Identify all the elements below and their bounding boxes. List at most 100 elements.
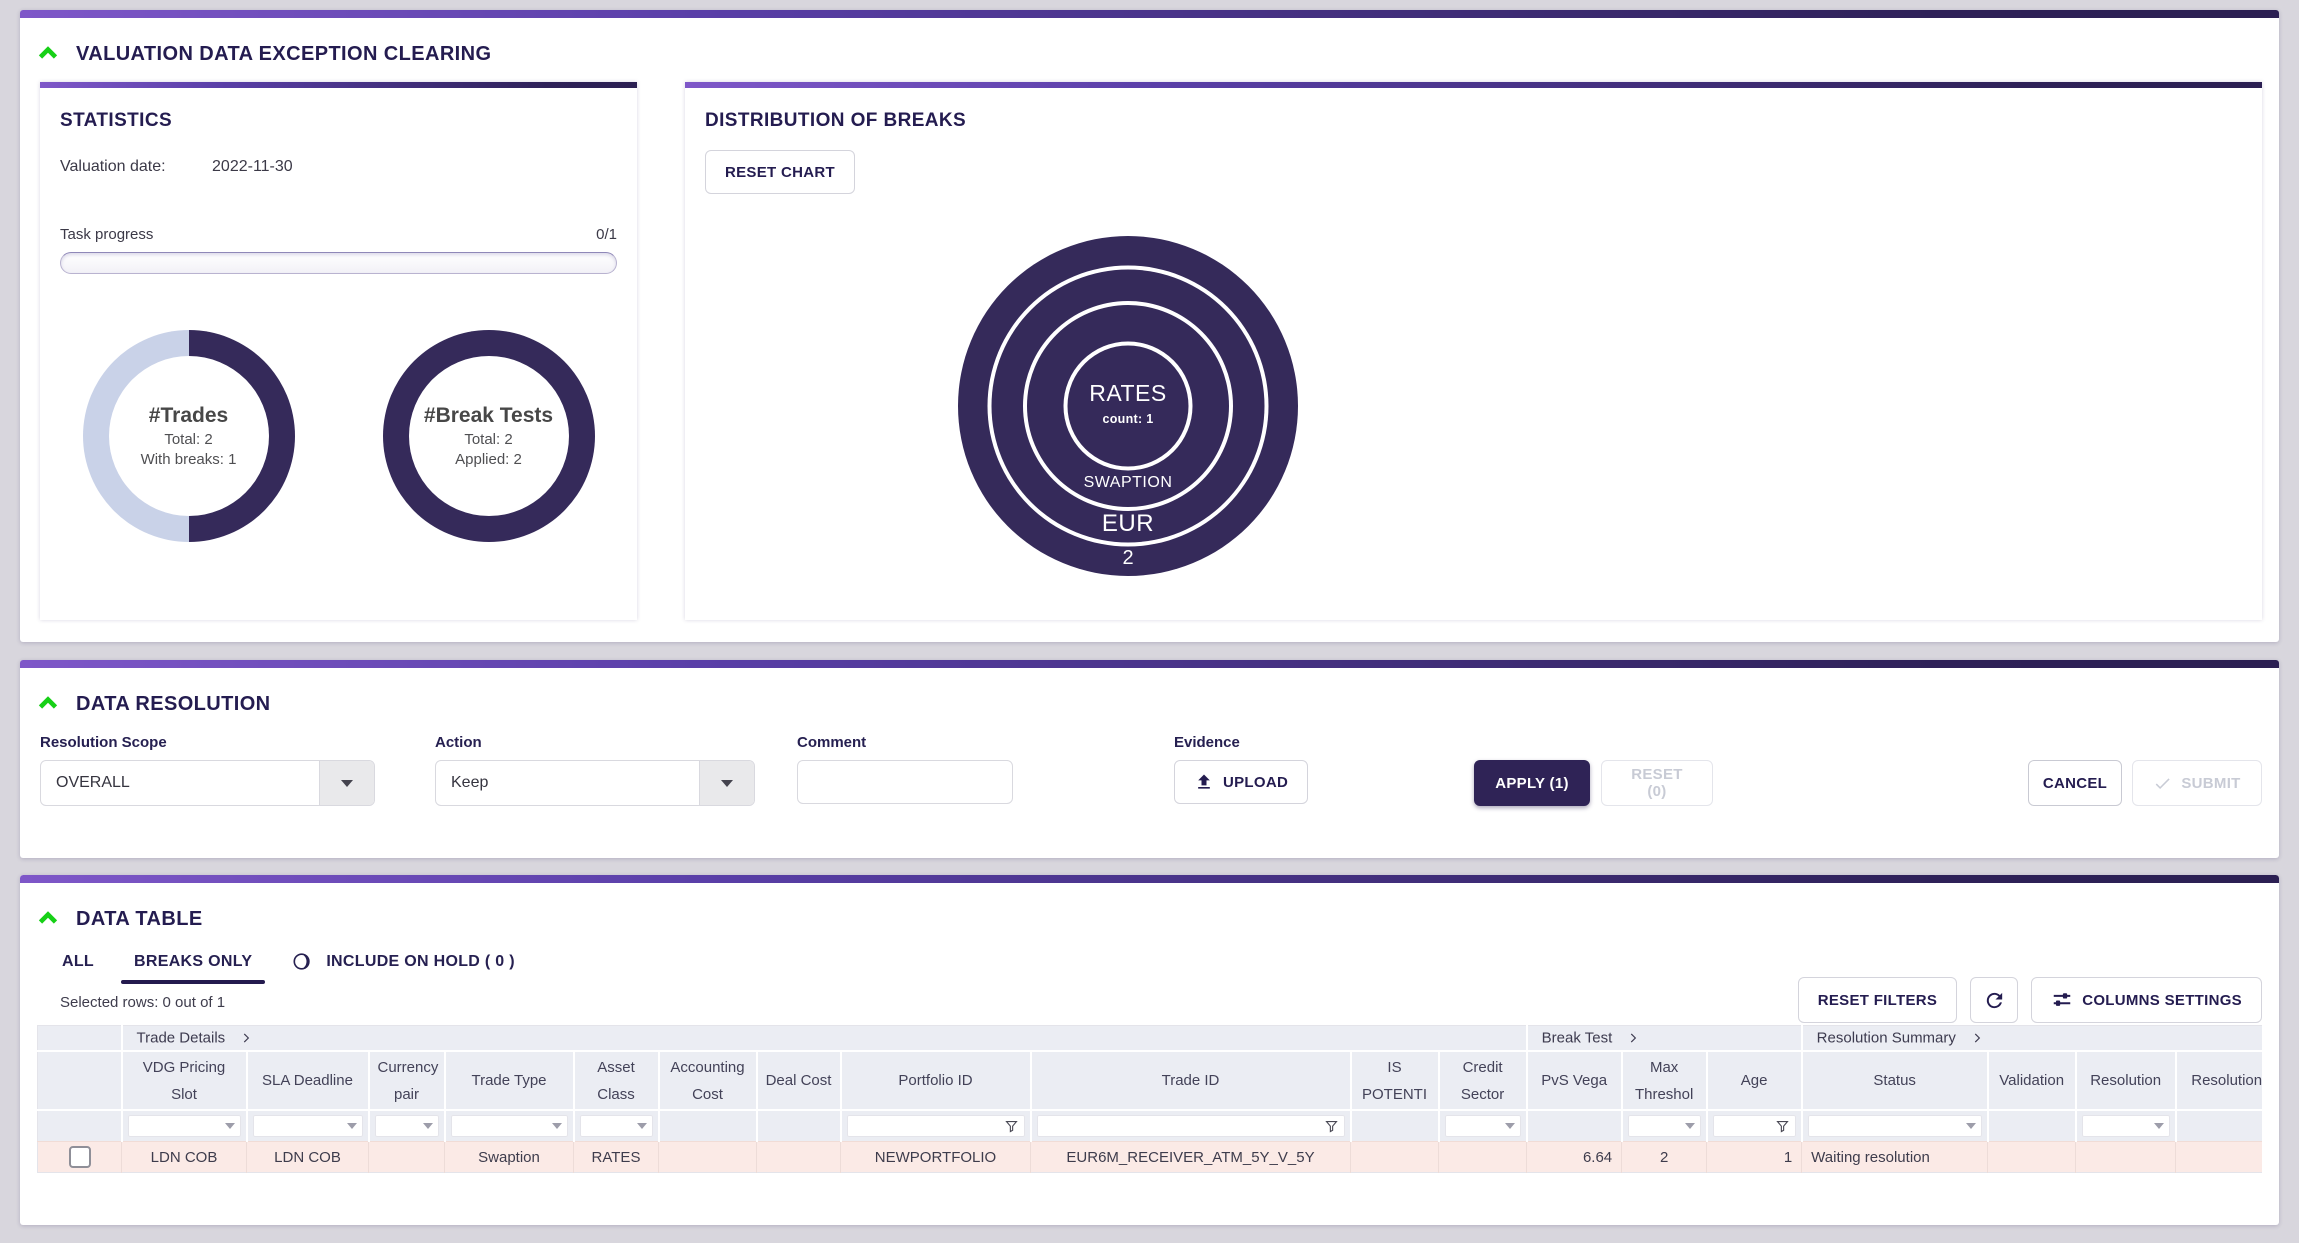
- column-header-max-threshol[interactable]: Max Threshol: [1622, 1051, 1707, 1110]
- filter-cell: [1622, 1110, 1707, 1142]
- caret-down-icon: [552, 1123, 562, 1129]
- filter-vdg-pricing-slot[interactable]: [128, 1115, 241, 1137]
- filter-cell: [2176, 1110, 2262, 1142]
- evidence-label: Evidence: [1174, 734, 1308, 751]
- filter-funnel-icon: [1324, 1119, 1339, 1134]
- tab-all[interactable]: ALL: [42, 940, 114, 984]
- reset-chart-button[interactable]: RESET CHART: [705, 150, 855, 194]
- task-progress-value: 0/1: [596, 226, 617, 243]
- tab-include-on-hold[interactable]: INCLUDE ON HOLD ( 0 ): [272, 937, 535, 986]
- columns-settings-button[interactable]: COLUMNS SETTINGS: [2031, 977, 2262, 1023]
- filter-max-threshol[interactable]: [1628, 1115, 1701, 1137]
- breaks-table[interactable]: Trade DetailsBreak TestResolution Summar…: [37, 1025, 2262, 1173]
- column-header-age[interactable]: Age: [1707, 1051, 1802, 1110]
- filter-currency-pair[interactable]: [375, 1115, 439, 1137]
- sunburst-ring3-label: EUR: [958, 510, 1298, 538]
- filter-resolution[interactable]: [2082, 1115, 2170, 1137]
- column-header-vdg-pricing-slot[interactable]: VDG Pricing Slot: [122, 1051, 247, 1110]
- filter-cell: [2076, 1110, 2176, 1142]
- cell-resolution: [2076, 1142, 2176, 1173]
- group-header-resolution-summary[interactable]: Resolution Summary: [1802, 1026, 2262, 1052]
- cell-status: Waiting resolution: [1802, 1142, 1988, 1173]
- filter-status[interactable]: [1808, 1115, 1982, 1137]
- apply-button[interactable]: APPLY (1): [1474, 760, 1590, 806]
- select-dropdown-segment[interactable]: [699, 761, 754, 805]
- cell-portfolio-id: NEWPORTFOLIO: [841, 1142, 1031, 1173]
- cell-is-potenti: [1351, 1142, 1439, 1173]
- reset-filters-button[interactable]: RESET FILTERS: [1798, 977, 1957, 1023]
- cell-accounting-cost: [659, 1142, 757, 1173]
- action-select[interactable]: Keep: [435, 760, 755, 806]
- column-header-resolution[interactable]: Resolution: [2076, 1051, 2176, 1110]
- reset-button[interactable]: RESET (0): [1601, 760, 1713, 806]
- filter-cell: [445, 1110, 574, 1142]
- filter-credit-sector[interactable]: [1445, 1115, 1521, 1137]
- filter-trade-type[interactable]: [451, 1115, 568, 1137]
- group-header-break-test[interactable]: Break Test: [1527, 1026, 1802, 1052]
- trades-donut-total: Total: 2: [164, 431, 212, 448]
- row-checkbox[interactable]: [69, 1146, 91, 1168]
- cell-trade-type: Swaption: [445, 1142, 574, 1173]
- resolution-section-title: DATA RESOLUTION: [76, 693, 271, 716]
- column-header-credit-sector[interactable]: Credit Sector: [1439, 1051, 1527, 1110]
- filter-cell: [757, 1110, 841, 1142]
- sunburst-center-count: count: 1: [958, 412, 1298, 426]
- valuation-section-header: VALUATION DATA EXCEPTION CLEARING: [20, 18, 2279, 80]
- task-progress-row: Task progress 0/1: [60, 226, 617, 243]
- table-actions: RESET FILTERS COLUMNS SETTINGS: [1798, 977, 2262, 1023]
- column-header-portfolio-id[interactable]: Portfolio ID: [841, 1051, 1031, 1110]
- action-label: Action: [435, 734, 755, 751]
- valuation-date-row: Valuation date: 2022-11-30: [60, 158, 617, 176]
- submit-button[interactable]: SUBMIT: [2132, 760, 2262, 806]
- column-header-resolution[interactable]: Resolution: [2176, 1051, 2262, 1110]
- filter-cell: [247, 1110, 369, 1142]
- caret-down-icon: [637, 1123, 647, 1129]
- table-row[interactable]: LDN COBLDN COBSwaptionRATESNEWPORTFOLIOE…: [38, 1142, 2263, 1173]
- collapse-chevron-up-icon[interactable]: [36, 42, 60, 66]
- collapse-chevron-up-icon[interactable]: [36, 907, 60, 931]
- comment-field: Comment: [797, 734, 1013, 804]
- column-header-trade-type[interactable]: Trade Type: [445, 1051, 574, 1110]
- filter-sla-deadline[interactable]: [253, 1115, 363, 1137]
- column-header-validation[interactable]: Validation: [1988, 1051, 2076, 1110]
- group-header-trade-details[interactable]: Trade Details: [122, 1026, 1527, 1052]
- task-progress-label: Task progress: [60, 226, 153, 243]
- filter-portfolio-id[interactable]: [847, 1115, 1025, 1137]
- column-header-is-potenti[interactable]: IS POTENTI: [1351, 1051, 1439, 1110]
- filter-cell: [369, 1110, 445, 1142]
- cancel-button[interactable]: CANCEL: [2028, 760, 2122, 806]
- tab-breaks-only[interactable]: BREAKS ONLY: [114, 940, 272, 984]
- sunburst-ring4-label: 2: [958, 547, 1298, 570]
- filter-trade-id[interactable]: [1037, 1115, 1345, 1137]
- caret-down-icon: [1966, 1123, 1976, 1129]
- column-header-accounting-cost[interactable]: Accounting Cost: [659, 1051, 757, 1110]
- resolution-scope-select[interactable]: OVERALL: [40, 760, 375, 806]
- table-section-title: DATA TABLE: [76, 908, 203, 931]
- filter-age[interactable]: [1713, 1115, 1796, 1137]
- collapse-chevron-up-icon[interactable]: [36, 692, 60, 716]
- column-header-asset-class[interactable]: Asset Class: [574, 1051, 659, 1110]
- refresh-icon: [1983, 989, 2006, 1012]
- select-dropdown-segment[interactable]: [319, 761, 374, 805]
- breaks-sunburst-chart[interactable]: RATES count: 1 SWAPTION EUR 2: [958, 236, 1298, 576]
- filter-funnel-icon: [1775, 1119, 1790, 1134]
- column-header-currency-pair[interactable]: Currency pair: [369, 1051, 445, 1110]
- filter-asset-class[interactable]: [580, 1115, 653, 1137]
- column-header-deal-cost[interactable]: Deal Cost: [757, 1051, 841, 1110]
- cell-resolution: [2176, 1142, 2262, 1173]
- break-tests-donut-total: Total: 2: [464, 431, 512, 448]
- column-header-trade-id[interactable]: Trade ID: [1031, 1051, 1351, 1110]
- cell-vdg-pricing-slot: LDN COB: [122, 1142, 247, 1173]
- filter-cell: [1988, 1110, 2076, 1142]
- refresh-button[interactable]: [1970, 977, 2018, 1023]
- column-header-pvs-vega[interactable]: PvS Vega: [1527, 1051, 1622, 1110]
- comment-input[interactable]: [797, 760, 1013, 804]
- upload-button[interactable]: UPLOAD: [1174, 760, 1308, 804]
- column-header-sla-deadline[interactable]: SLA Deadline: [247, 1051, 369, 1110]
- cell-asset-class: RATES: [574, 1142, 659, 1173]
- filter-cell: [841, 1110, 1031, 1142]
- break-tests-donut-title: #Break Tests: [424, 404, 553, 428]
- column-header-status[interactable]: Status: [1802, 1051, 1988, 1110]
- distribution-title: DISTRIBUTION OF BREAKS: [705, 110, 2242, 132]
- filter-cell: [1439, 1110, 1527, 1142]
